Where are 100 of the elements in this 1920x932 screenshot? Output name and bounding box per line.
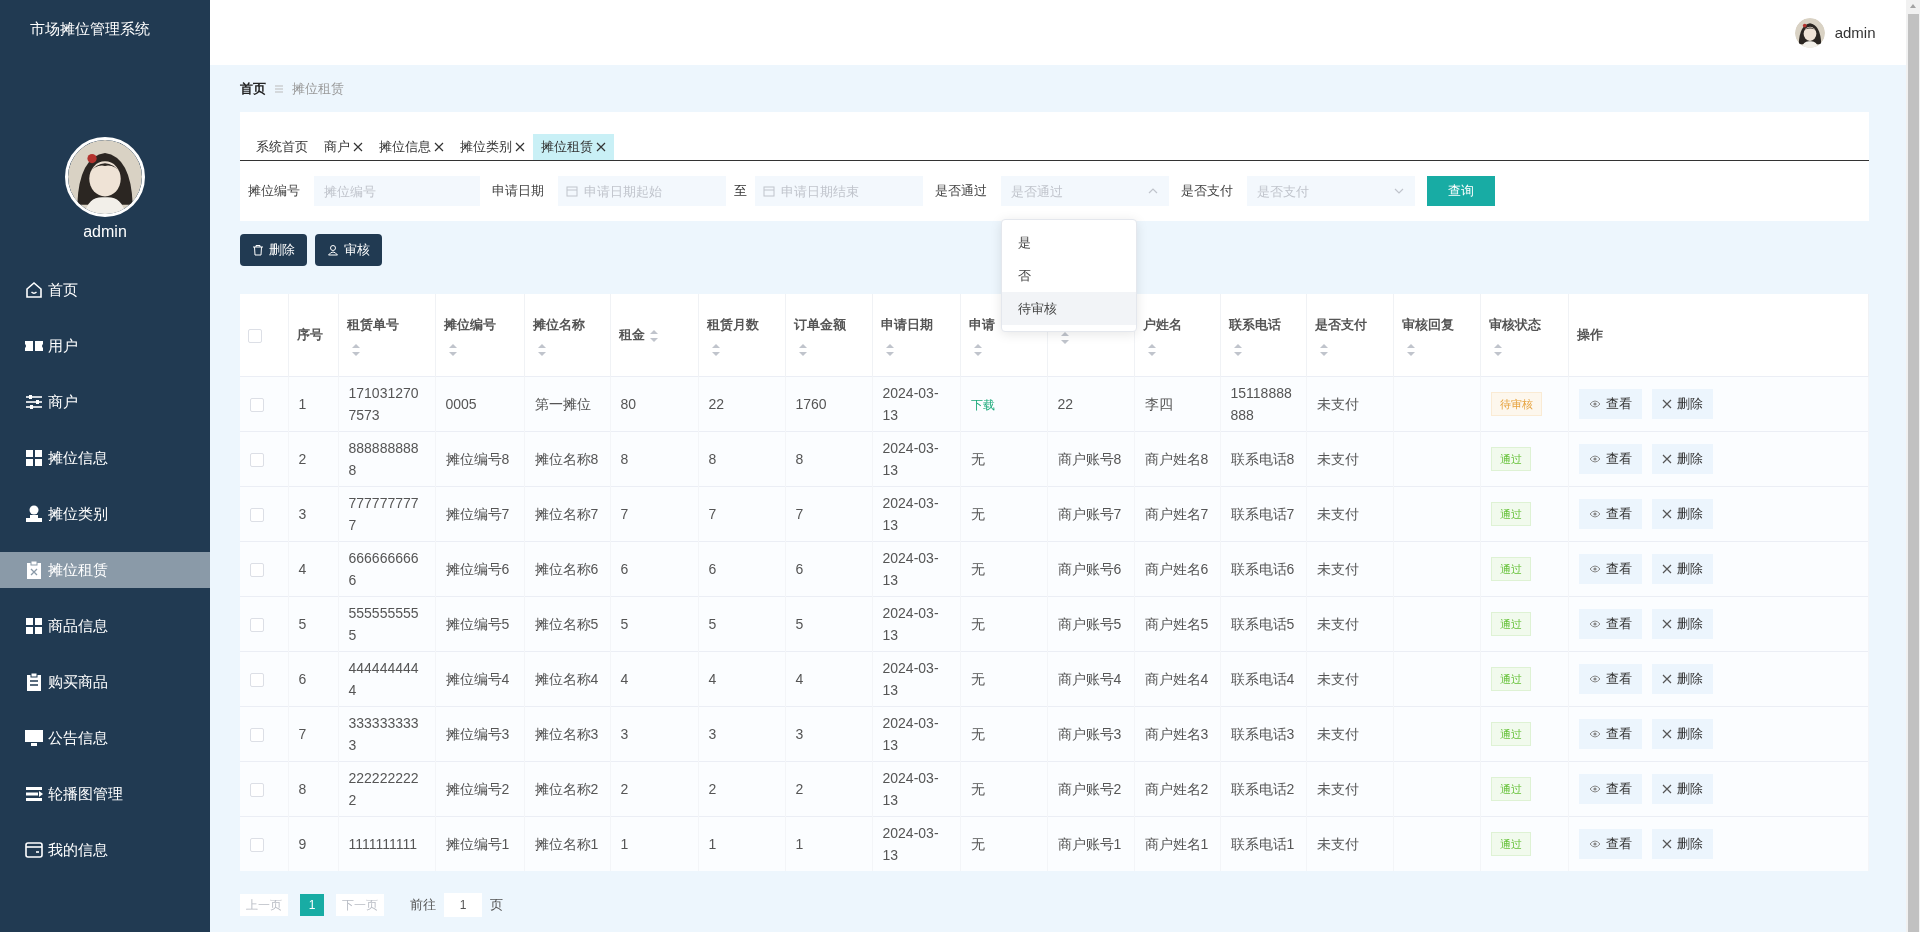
- table-cell: 7777777777: [338, 486, 435, 542]
- column-header: 序号: [296, 326, 323, 344]
- clipboard-icon: [24, 672, 44, 692]
- checkbox[interactable]: [250, 728, 264, 743]
- table-cell: 7: [288, 706, 338, 762]
- user-name: admin: [82, 223, 128, 242]
- view-button[interactable]: 查看: [1578, 444, 1642, 474]
- table-cell: 无: [960, 706, 1047, 762]
- person-icon: [24, 504, 44, 524]
- close-icon: [1661, 784, 1672, 794]
- sidebar-item[interactable]: 用户: [0, 328, 210, 364]
- table-cell: 5: [288, 596, 338, 652]
- delete-button[interactable]: 删除: [1651, 829, 1713, 859]
- sidebar-item[interactable]: 轮播图管理: [0, 776, 210, 812]
- tab[interactable]: 摊位租赁: [533, 134, 614, 160]
- tab[interactable]: 摊位信息: [371, 134, 452, 160]
- sidebar-item[interactable]: 商品信息: [0, 608, 210, 644]
- table-cell: 2: [610, 761, 698, 817]
- dropdown-option[interactable]: 否: [1002, 259, 1136, 292]
- table-cell: 4: [785, 651, 872, 707]
- view-button[interactable]: 查看: [1578, 829, 1642, 859]
- checkbox[interactable]: [250, 563, 264, 578]
- table-cell: 7: [698, 486, 785, 542]
- status-tag: 通过: [1490, 667, 1531, 691]
- sidebar-item[interactable]: 摊位信息: [0, 440, 210, 476]
- table-cell: 摊位编号4: [435, 651, 524, 707]
- table-cell: 未支付: [1306, 486, 1393, 542]
- table-cell: 商户姓名4: [1134, 651, 1220, 707]
- page-input[interactable]: 1: [444, 893, 482, 917]
- tab[interactable]: 商户: [316, 134, 371, 160]
- checkbox[interactable]: [250, 453, 264, 468]
- status-tag: 通过: [1490, 557, 1531, 581]
- card-icon: [24, 840, 44, 860]
- table-cell: 2: [785, 761, 872, 817]
- table-cell: 无: [960, 431, 1047, 487]
- sidebar-item[interactable]: 摊位类别: [0, 496, 210, 532]
- checkbox[interactable]: [250, 673, 264, 688]
- dropdown-option[interactable]: 是: [1002, 226, 1136, 259]
- table-cell: 5: [785, 596, 872, 652]
- delete-button[interactable]: 删除: [1651, 664, 1713, 694]
- range-separator: 至: [734, 182, 747, 200]
- breadcrumb-link[interactable]: 首页: [240, 79, 266, 98]
- table-cell: 联系电话6: [1220, 541, 1306, 597]
- tab[interactable]: 摊位类别: [452, 134, 533, 160]
- view-button[interactable]: 查看: [1578, 664, 1642, 694]
- table-cell: 8: [610, 431, 698, 487]
- column-header: 户姓名: [1142, 316, 1182, 334]
- checkbox[interactable]: [250, 618, 264, 633]
- sliders-icon: [24, 392, 44, 412]
- delete-button[interactable]: 删除: [1651, 719, 1713, 749]
- tab[interactable]: 系统首页: [248, 134, 316, 160]
- delete-button[interactable]: 删除: [1651, 554, 1713, 584]
- table-cell: 2024-03-13: [872, 816, 960, 871]
- table-cell: 摊位名称3: [524, 706, 610, 762]
- close-icon: [1661, 619, 1672, 629]
- delete-button[interactable]: 删除: [240, 234, 307, 266]
- table-cell: 9: [288, 816, 338, 871]
- status-tag: 通过: [1490, 722, 1531, 746]
- dropdown-option[interactable]: 待审核: [1002, 292, 1136, 325]
- view-button[interactable]: 查看: [1578, 609, 1642, 639]
- review-button[interactable]: 审核: [315, 234, 382, 266]
- table-cell: 无: [960, 761, 1047, 817]
- checkbox[interactable]: [250, 783, 264, 798]
- delete-button[interactable]: 删除: [1651, 389, 1713, 419]
- delete-button[interactable]: 删除: [1651, 499, 1713, 529]
- table-cell: 摊位编号8: [435, 431, 524, 487]
- table-cell: 6: [698, 541, 785, 597]
- sidebar-item[interactable]: 商户: [0, 384, 210, 420]
- table-cell: 3: [610, 706, 698, 762]
- table-cell: 未支付: [1306, 706, 1393, 762]
- delete-button[interactable]: 删除: [1651, 444, 1713, 474]
- column-header: 订单金额: [793, 316, 846, 334]
- table-cell: 商户姓名7: [1134, 486, 1220, 542]
- delete-button[interactable]: 删除: [1651, 609, 1713, 639]
- checkbox[interactable]: [250, 508, 264, 523]
- sidebar-item[interactable]: 我的信息: [0, 832, 210, 868]
- sidebar-item[interactable]: 首页: [0, 272, 210, 308]
- checkbox[interactable]: [248, 328, 262, 343]
- table-cell: 2024-03-13: [872, 706, 960, 762]
- view-button[interactable]: 查看: [1578, 389, 1642, 419]
- view-button[interactable]: 查看: [1578, 719, 1642, 749]
- table-cell: 1: [288, 376, 338, 432]
- delete-button[interactable]: 删除: [1651, 774, 1713, 804]
- sidebar-item[interactable]: 公告信息: [0, 720, 210, 756]
- sidebar-item[interactable]: 购买商品: [0, 664, 210, 700]
- table-cell: 无: [960, 651, 1047, 707]
- checkbox[interactable]: [250, 838, 264, 853]
- checkbox[interactable]: [250, 398, 264, 413]
- status-tag: 待审核: [1490, 392, 1542, 416]
- scrollbar[interactable]: [1905, 0, 1920, 932]
- column-header: 操作: [1576, 326, 1603, 344]
- column-header: 租金: [618, 326, 645, 344]
- close-icon: [1661, 729, 1672, 739]
- table-cell: 1: [785, 816, 872, 871]
- view-button[interactable]: 查看: [1578, 554, 1642, 584]
- view-button[interactable]: 查看: [1578, 774, 1642, 804]
- table-cell: 7: [785, 486, 872, 542]
- trash-icon: [252, 244, 264, 256]
- table-cell: 2024-03-13: [872, 431, 960, 487]
- view-button[interactable]: 查看: [1578, 499, 1642, 529]
